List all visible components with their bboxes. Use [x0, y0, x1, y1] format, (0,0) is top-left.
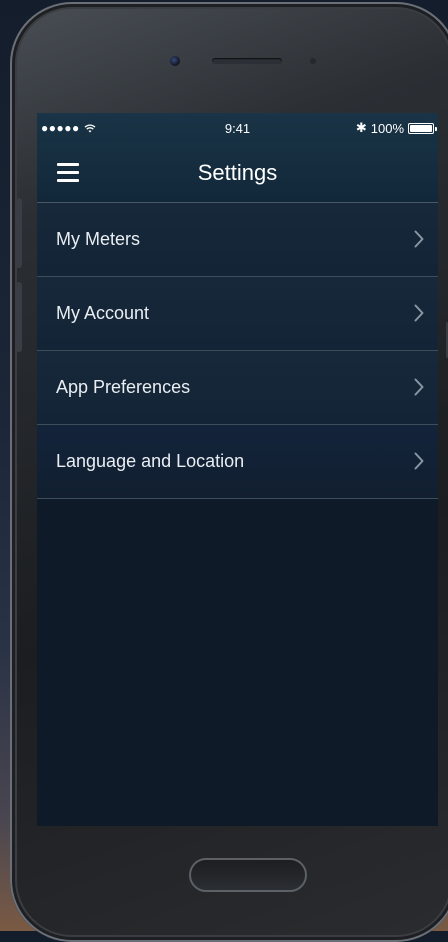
phone-screen: ●●●●● 9:41 ✱ 100% Settings My Meters My …: [37, 113, 438, 826]
status-bar: ●●●●● 9:41 ✱ 100%: [37, 113, 438, 143]
menu-item-label: My Account: [56, 303, 150, 323]
chevron-right-icon: [414, 378, 424, 396]
chevron-right-icon: [414, 230, 424, 248]
proximity-sensor: [310, 58, 316, 64]
battery-fill: [410, 124, 432, 132]
earpiece-speaker: [212, 58, 282, 64]
battery-tip: [435, 126, 437, 131]
menu-item-label: Language and Location: [56, 451, 245, 471]
home-button[interactable]: [189, 858, 307, 892]
empty-content-area: [37, 499, 438, 826]
navigation-bar: Settings: [37, 143, 438, 203]
chevron-right-icon: [414, 304, 424, 322]
menu-item-my-meters[interactable]: My Meters: [37, 203, 438, 277]
battery-icon: [408, 122, 437, 134]
menu-item-app-preferences[interactable]: App Preferences: [37, 351, 438, 425]
chevron-right-icon: [414, 452, 424, 470]
battery-status: ✱ 100%: [355, 120, 437, 136]
menu-item-label: My Meters: [56, 229, 141, 249]
front-camera: [170, 56, 180, 66]
menu-item-my-account[interactable]: My Account: [37, 277, 438, 351]
menu-item-language-and-location[interactable]: Language and Location: [37, 425, 438, 499]
bluetooth-icon: ✱: [355, 120, 367, 135]
volume-button: [16, 198, 22, 268]
volume-button: [16, 282, 22, 352]
battery-percent: 100%: [370, 120, 404, 136]
settings-menu: My Meters My Account App Preferences Lan…: [37, 203, 438, 499]
page-title: Settings: [197, 160, 278, 185]
menu-item-label: App Preferences: [56, 377, 191, 397]
